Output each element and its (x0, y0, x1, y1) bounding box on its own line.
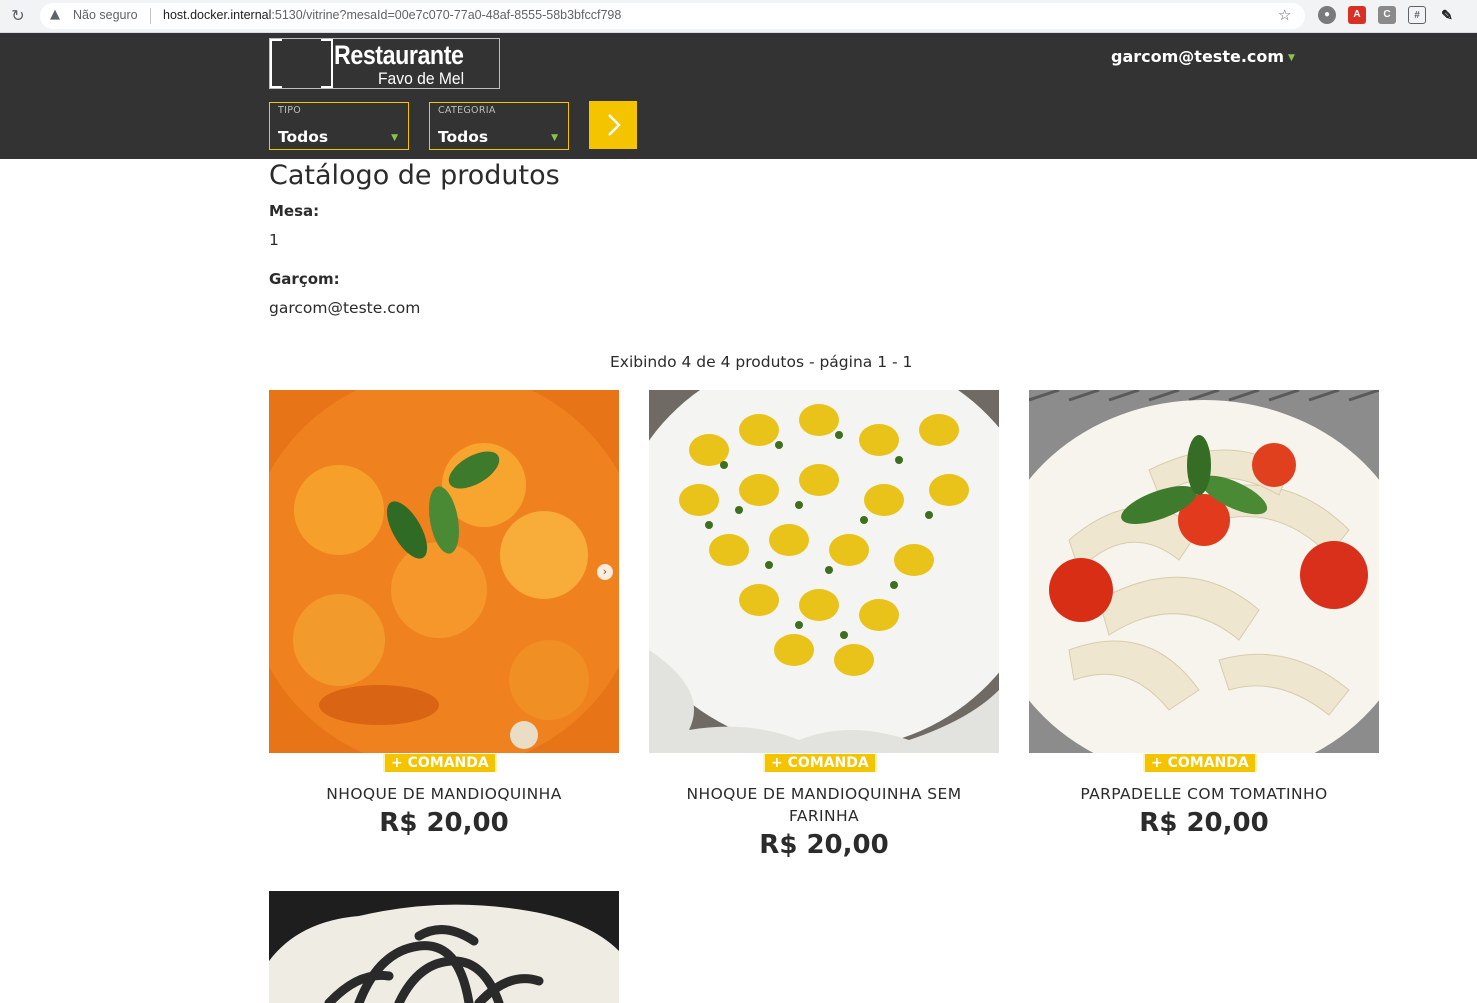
url-host: host.docker.internal (163, 8, 272, 22)
chevron-down-icon: ▼ (391, 133, 398, 143)
product-name: PARPADELLE COM TOMATINHO (1080, 785, 1328, 803)
black-pasta-photo (269, 891, 619, 1003)
mesa-label: Mesa: (269, 202, 320, 220)
address-bar[interactable]: ▲ Não seguro host.docker.internal:5130/v… (40, 3, 1305, 29)
logo-bracket-shape (270, 39, 333, 88)
garcom-label: Garçom: (269, 270, 340, 288)
product-price: R$ 20,00 (379, 808, 509, 838)
categoria-select-value: Todos (438, 128, 489, 146)
logo-subtitle: Favo de Mel (378, 69, 465, 88)
extensions-area: ● A C # ✎ (1318, 6, 1456, 26)
carousel-next-icon[interactable]: › (597, 564, 613, 580)
url-text[interactable]: host.docker.internal:5130/vitrine?mesaId… (163, 8, 621, 22)
filter-submit-button[interactable] (589, 101, 637, 149)
app-header: Restaurante Favo de Mel garcom@teste.com… (0, 33, 1477, 159)
add-to-comanda-button[interactable]: + COMANDA (1143, 754, 1257, 772)
security-label[interactable]: Não seguro (73, 8, 138, 22)
product-card: + COMANDA NHOQUE DE MANDIOQUINHA SEM FAR… (649, 390, 999, 860)
categoria-select[interactable]: CATEGORIA Todos ▼ (429, 102, 569, 150)
restaurant-logo[interactable]: Restaurante Favo de Mel (269, 38, 500, 89)
product-name: NHOQUE DE MANDIOQUINHA (326, 785, 562, 803)
garcom-value: garcom@teste.com (269, 299, 421, 317)
product-image[interactable] (1029, 390, 1379, 753)
bookmark-star-icon[interactable]: ☆ (1278, 6, 1291, 24)
product-image[interactable] (649, 390, 999, 753)
tipo-select[interactable]: TIPO Todos ▼ (269, 102, 409, 150)
globe-extension-icon[interactable]: ● (1318, 6, 1336, 24)
yellow-gnocchi-photo (649, 390, 999, 753)
results-summary: Exibindo 4 de 4 produtos - página 1 - 1 (610, 353, 913, 371)
chevron-down-icon: ▼ (1288, 52, 1295, 63)
product-price: R$ 20,00 (1139, 808, 1269, 838)
divider (150, 8, 151, 24)
page-title: Catálogo de produtos (269, 160, 560, 191)
product-price: R$ 20,00 (759, 830, 889, 860)
pappardelle-tomato-photo (1029, 390, 1379, 753)
user-email: garcom@teste.com (1111, 47, 1285, 66)
warning-icon: ▲ (50, 7, 60, 22)
url-path: :5130/vitrine?mesaId=00e7c070-77a0-48af-… (271, 8, 622, 22)
tipo-select-label: TIPO (278, 105, 302, 116)
browser-toolbar: ↻ ▲ Não seguro host.docker.internal:5130… (0, 0, 1477, 33)
product-card: + COMANDA PARPADELLE COM TOMATINHO R$ 20… (1029, 390, 1379, 838)
grid-extension-icon[interactable]: # (1408, 6, 1426, 24)
product-name: NHOQUE DE MANDIOQUINHA SEM FARINHA (686, 785, 962, 825)
add-to-comanda-button[interactable]: + COMANDA (383, 754, 497, 772)
reload-icon[interactable]: ↻ (8, 6, 28, 26)
add-to-comanda-button[interactable]: + COMANDA (763, 754, 877, 772)
chevron-right-icon (608, 114, 621, 136)
product-card (269, 891, 619, 1003)
pencil-extension-icon[interactable]: ✎ (1438, 6, 1456, 24)
product-card: › + COMANDA NHOQUE DE MANDIOQUINHA R$ 20… (269, 390, 619, 838)
product-image[interactable]: › (269, 390, 619, 753)
pdf-extension-icon[interactable]: A (1348, 6, 1366, 24)
logo-title: Restaurante (334, 40, 464, 70)
tipo-select-value: Todos (278, 128, 329, 146)
mesa-value: 1 (269, 231, 279, 249)
user-menu[interactable]: garcom@teste.com ▼ (1111, 47, 1295, 66)
orange-gnocchi-photo (269, 390, 619, 753)
c-extension-icon[interactable]: C (1378, 6, 1396, 24)
categoria-select-label: CATEGORIA (438, 105, 496, 116)
chevron-down-icon: ▼ (551, 133, 558, 143)
product-image[interactable] (269, 891, 619, 1003)
